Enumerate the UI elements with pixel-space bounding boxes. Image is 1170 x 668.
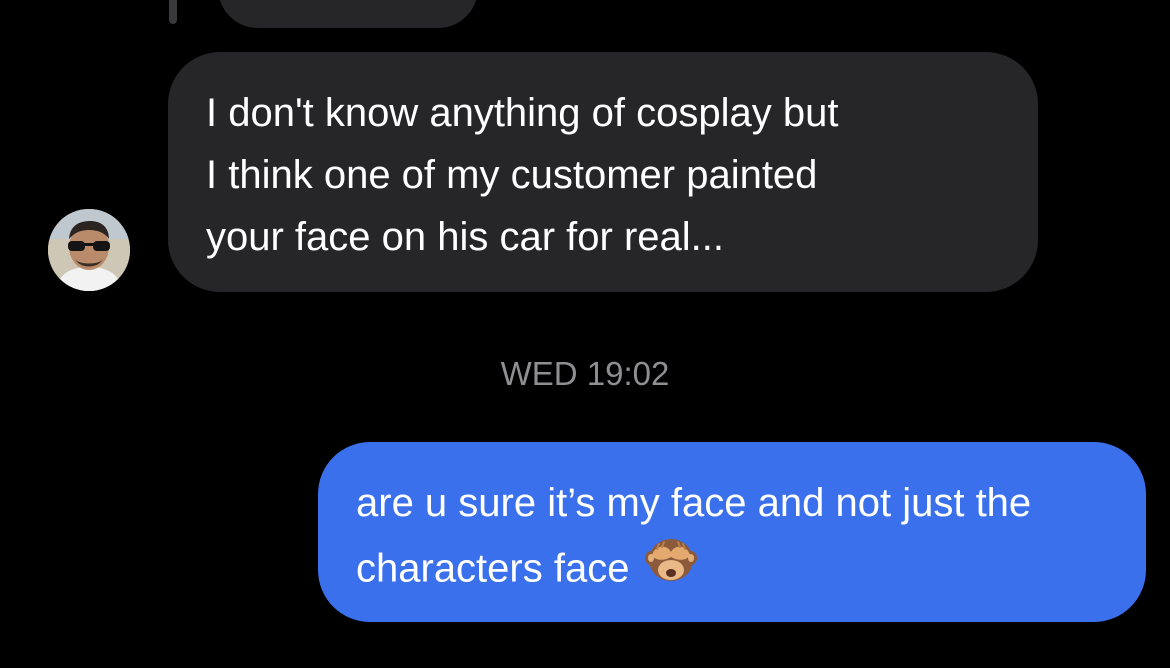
- see-no-evil-monkey-icon: [643, 530, 699, 604]
- previous-message-bubble[interactable]: [218, 0, 478, 28]
- avatar-photo-icon: [48, 209, 130, 291]
- message-timestamp: WED 19:02: [500, 355, 670, 392]
- incoming-message-text: I don't know anything of cosplay but I t…: [206, 91, 839, 259]
- outgoing-message-line: are u sure it’s my face and not just the…: [356, 472, 1106, 608]
- incoming-message-bubble[interactable]: I don't know anything of cosplay but I t…: [168, 52, 1038, 292]
- outgoing-message-bubble[interactable]: are u sure it’s my face and not just the…: [318, 442, 1146, 622]
- contact-avatar[interactable]: [48, 209, 130, 291]
- scroll-indicator[interactable]: [169, 0, 177, 24]
